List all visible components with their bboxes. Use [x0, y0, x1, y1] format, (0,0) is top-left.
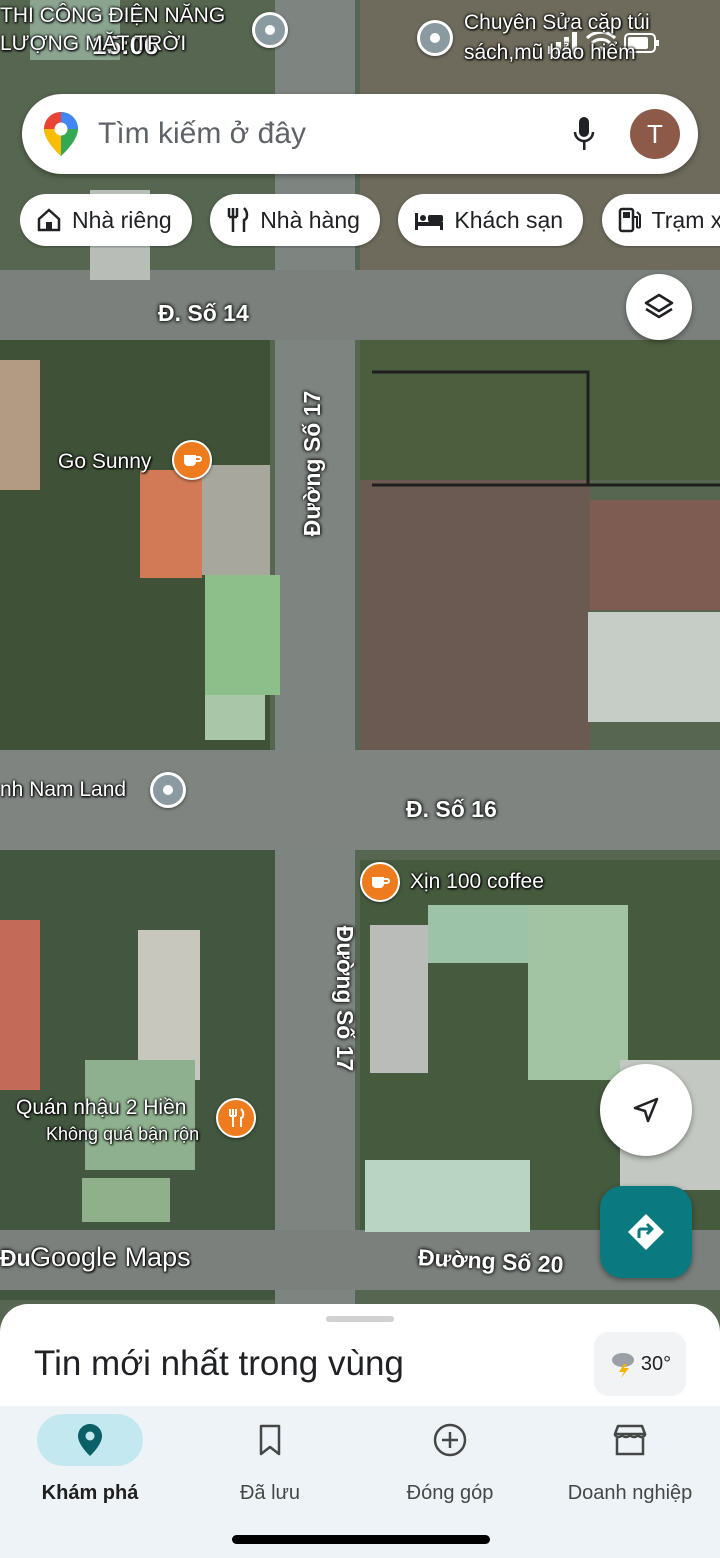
chip-home-label: Nhà riêng: [72, 206, 172, 233]
sheet-drag-handle[interactable]: [326, 1316, 394, 1322]
google-maps-watermark: Google Maps: [30, 1242, 191, 1272]
add-circle-icon: [433, 1423, 467, 1457]
road-label-so17-bottom: Đường Số 17: [332, 925, 359, 1072]
road-label-so14: Đ. Số 14: [158, 300, 249, 326]
bottom-navigation: Khám phá Đã lưu Đóng góp Doanh nghiệp: [0, 1406, 720, 1558]
layers-icon: [644, 293, 674, 319]
search-bar[interactable]: Tìm kiếm ở đây T: [22, 94, 698, 174]
road-label-partial: Đu: [0, 1245, 31, 1271]
location-pin-icon[interactable]: [417, 20, 453, 56]
poi-nam-land-label[interactable]: nh Nam Land: [0, 778, 126, 802]
chip-restaurant[interactable]: Nhà hàng: [210, 194, 380, 246]
navigation-arrow-icon: [633, 1097, 659, 1123]
location-pin-icon[interactable]: [252, 12, 288, 48]
cafe-pin-icon[interactable]: [172, 440, 212, 480]
microphone-icon[interactable]: [562, 112, 606, 156]
nav-explore[interactable]: Khám phá: [0, 1406, 180, 1505]
road-label-so16: Đ. Số 16: [406, 796, 497, 822]
nav-explore-label: Khám phá: [41, 1482, 139, 1504]
home-indicator: [232, 1535, 490, 1544]
nav-contribute-label: Đóng góp: [406, 1482, 494, 1504]
directions-button[interactable]: [600, 1186, 692, 1278]
poi-go-sunny-label[interactable]: Go Sunny: [58, 450, 151, 474]
poi-chuyen-sua-label[interactable]: Chuyên Sửa cặp túi sách,mũ bảo hiểm: [464, 8, 650, 68]
nav-contribute[interactable]: Đóng góp: [360, 1406, 540, 1505]
hotel-icon: [415, 213, 444, 230]
restaurant-icon: [227, 207, 249, 232]
chip-gas-station[interactable]: Trạm xăng: [601, 194, 720, 246]
nav-business[interactable]: Doanh nghiệp: [540, 1406, 720, 1505]
explore-pin-icon: [78, 1424, 102, 1456]
home-icon: [37, 208, 61, 232]
nav-business-label: Doanh nghiệp: [567, 1482, 693, 1504]
my-location-button[interactable]: [600, 1064, 692, 1156]
fork-knife-icon: [229, 1108, 245, 1127]
poi-xin-coffee-label[interactable]: Xịn 100 coffee: [410, 870, 544, 894]
cafe-pin-icon[interactable]: [360, 862, 400, 902]
restaurant-pin-icon[interactable]: [216, 1098, 256, 1138]
poi-quan-nhau-label[interactable]: Quán nhậu 2 Hiền: [16, 1096, 186, 1120]
category-chips: Nhà riêng Nhà hàng Khách sạn Trạm xăng: [20, 194, 720, 248]
nav-saved-indicator: [217, 1414, 323, 1466]
nav-explore-indicator: [37, 1414, 143, 1466]
road-label-so17-top: Đường Số 17: [299, 390, 326, 537]
thunderstorm-icon: [611, 1353, 634, 1378]
chip-hotel-label: Khách sạn: [454, 206, 564, 233]
poi-thi-cong-label[interactable]: THI CÔNG ĐIỆN NĂNG LƯỢNG MẶT TRỜI: [0, 2, 225, 58]
nav-saved-label: Đã lưu: [239, 1482, 301, 1504]
layers-button[interactable]: [626, 274, 692, 340]
bookmark-icon: [259, 1424, 281, 1456]
chip-restaurant-label: Nhà hàng: [260, 206, 360, 233]
chip-hotel[interactable]: Khách sạn: [398, 194, 584, 246]
account-avatar[interactable]: T: [630, 109, 680, 159]
coffee-cup-icon: [372, 877, 390, 888]
nav-saved[interactable]: Đã lưu: [180, 1406, 360, 1505]
mic-glyph: [573, 117, 595, 150]
location-pin-icon[interactable]: [150, 772, 186, 808]
chip-gas-station-label: Trạm xăng: [651, 206, 720, 233]
sheet-title: Tin mới nhất trong vùng: [34, 1344, 404, 1383]
poi-quan-nhau-status: Không quá bận rộn: [46, 1124, 200, 1144]
weather-temp: 30°: [640, 1352, 672, 1375]
gas-station-icon: [618, 207, 641, 233]
chip-home[interactable]: Nhà riêng: [20, 194, 192, 246]
nav-business-indicator: [577, 1414, 683, 1466]
bottom-sheet[interactable]: Tin mới nhất trong vùng 30°: [0, 1304, 720, 1414]
storefront-icon: [613, 1424, 647, 1456]
coffee-cup-icon: [184, 455, 202, 466]
weather-chip[interactable]: 30°: [594, 1332, 686, 1396]
search-placeholder[interactable]: Tìm kiếm ở đây: [98, 117, 562, 151]
directions-icon: [628, 1214, 664, 1250]
google-maps-logo-icon: [44, 112, 78, 156]
nav-contribute-indicator: [397, 1414, 503, 1466]
